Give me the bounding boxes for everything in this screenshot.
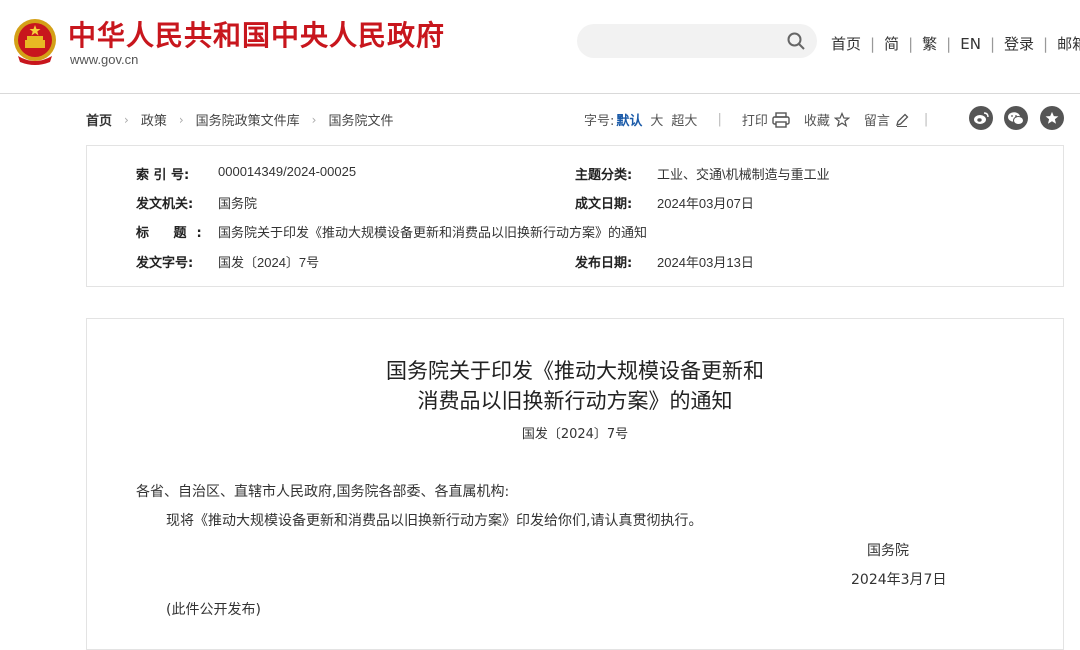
date-written-label: 成文日期:	[575, 197, 633, 212]
info-row-index: 索 引 号: 000014349/2024-00025	[136, 164, 356, 183]
font-size-default[interactable]: 默认	[616, 110, 642, 129]
favorite-button[interactable]: 收藏	[804, 110, 850, 129]
weibo-icon	[974, 112, 989, 124]
nav-separator: |	[870, 34, 876, 53]
site-title[interactable]: 中华人民共和国中央人民政府	[68, 14, 445, 54]
breadcrumb-home[interactable]: 首页	[86, 110, 112, 129]
topic-label: 主题分类:	[575, 168, 633, 183]
info-row-publish: 发布日期: 2024年03月13日	[575, 252, 754, 271]
nav-separator: |	[989, 34, 995, 53]
print-button[interactable]: 打印	[742, 110, 790, 129]
breadcrumb-policy[interactable]: 政策	[141, 110, 167, 129]
title-label: 标 题:	[136, 226, 212, 241]
chevron-right-icon: ›	[124, 112, 129, 127]
nav-separator: |	[1043, 34, 1049, 53]
chevron-right-icon: ›	[311, 112, 317, 127]
topic-value: 工业、交通\机械制造与重工业	[657, 167, 830, 182]
publish-value: 2024年03月13日	[657, 255, 754, 270]
breadcrumb-state-council-docs[interactable]: 国务院文件	[328, 110, 393, 129]
font-size-xlarge[interactable]: 超大	[671, 110, 697, 129]
info-row-title: 标 题: 国务院关于印发《推动大规模设备更新和消费品以旧换新行动方案》的通知	[136, 222, 647, 241]
document-info-panel: 索 引 号: 000014349/2024-00025 主题分类: 工业、交通\…	[86, 145, 1064, 287]
weibo-share-button[interactable]	[969, 106, 993, 130]
info-row-topic: 主题分类: 工业、交通\机械制造与重工业	[575, 164, 830, 183]
index-label: 索 引 号:	[136, 168, 190, 183]
nav-mail[interactable]: 邮箱	[1057, 33, 1080, 54]
breadcrumb: 首页 › 政策 › 国务院政策文件库 › 国务院文件	[86, 110, 394, 130]
nav-english[interactable]: EN	[960, 35, 981, 53]
nav-simplified[interactable]: 简	[884, 33, 899, 54]
date-written-value: 2024年03月07日	[657, 196, 754, 211]
nav-traditional[interactable]: 繁	[922, 33, 937, 54]
article-content: 国务院关于印发《推动大规模设备更新和 消费品以旧换新行动方案》的通知 国发〔20…	[86, 318, 1064, 650]
info-row-date-written: 成文日期: 2024年03月07日	[575, 193, 754, 212]
search-icon[interactable]	[787, 32, 805, 50]
index-value: 000014349/2024-00025	[218, 164, 357, 179]
article-signer: 国务院	[867, 543, 909, 559]
comment-label: 留言	[863, 114, 890, 129]
national-emblem-icon[interactable]	[12, 16, 58, 66]
article-salutation: 各省、自治区、直辖市人民政府,国务院各部委、各直属机构:	[136, 484, 510, 500]
print-label: 打印	[741, 114, 768, 129]
search-input[interactable]	[577, 24, 817, 58]
issuer-label: 发文机关:	[136, 197, 194, 212]
site-url[interactable]: www.gov.cn	[70, 52, 138, 67]
font-size-label: 字号:	[584, 114, 615, 129]
wechat-share-button[interactable]	[1004, 106, 1028, 130]
nav-login[interactable]: 登录	[1004, 33, 1034, 54]
nav-separator: |	[946, 34, 952, 53]
publish-label: 发布日期:	[575, 256, 633, 271]
star-circle-icon	[1045, 111, 1059, 124]
toolbar-separator: |	[717, 112, 722, 127]
wechat-icon	[1008, 111, 1024, 125]
site-header: 中华人民共和国中央人民政府 www.gov.cn 首页 | 简 | 繁 | EN…	[0, 0, 1080, 94]
info-row-issuer: 发文机关: 国务院	[136, 193, 257, 212]
nav-separator: |	[908, 34, 914, 53]
top-nav: 首页 | 简 | 繁 | EN | 登录 | 邮箱	[831, 33, 1080, 54]
issuer-value: 国务院	[218, 196, 258, 211]
article-title-line1: 国务院关于印发《推动大规模设备更新和	[386, 359, 764, 383]
favorite-label: 收藏	[803, 114, 830, 129]
nav-home[interactable]: 首页	[831, 33, 861, 54]
title-value: 国务院关于印发《推动大规模设备更新和消费品以旧换新行动方案》的通知	[218, 225, 648, 240]
pencil-icon	[895, 113, 909, 127]
article-date: 2024年3月7日	[851, 572, 947, 588]
font-size-large[interactable]: 大	[650, 110, 663, 129]
chevron-right-icon: ›	[178, 112, 184, 127]
article-title-line2: 消费品以旧换新行动方案》的通知	[417, 389, 733, 413]
printer-icon	[772, 111, 790, 128]
article-doc-number: 国发〔2024〕7号	[521, 427, 629, 442]
docno-value: 国发〔2024〕7号	[218, 255, 320, 270]
article-toolbar: 字号: 默认 大 超大 | 打印 收藏 留言 |	[584, 110, 928, 129]
breadcrumb-policy-library[interactable]: 国务院政策文件库	[196, 110, 300, 129]
star-icon	[833, 111, 850, 127]
toolbar-separator: |	[923, 112, 929, 127]
article-body: 现将《推动大规模设备更新和消费品以旧换新行动方案》印发给你们,请认真贯彻执行。	[166, 513, 703, 529]
article-note: (此件公开发布)	[166, 602, 261, 618]
comment-button[interactable]: 留言	[864, 110, 910, 129]
more-share-button[interactable]	[1040, 106, 1064, 130]
docno-label: 发文字号:	[136, 256, 194, 271]
info-row-docno: 发文字号: 国发〔2024〕7号	[136, 252, 319, 271]
